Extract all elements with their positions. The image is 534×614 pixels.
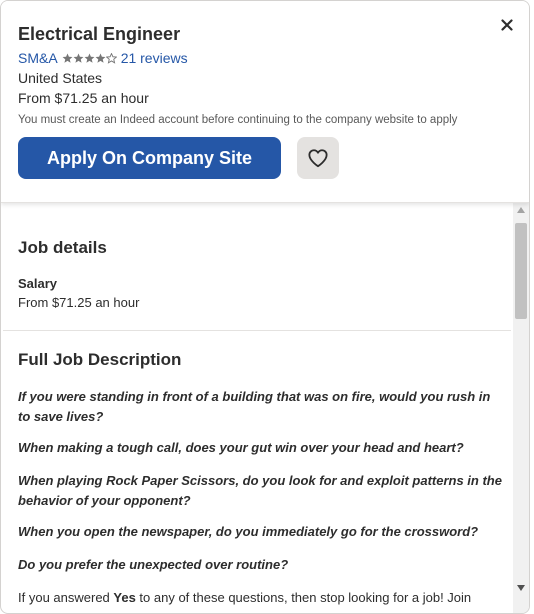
closing-suffix: to any of these questions, then stop loo… xyxy=(135,590,472,605)
star-filled-icon xyxy=(62,53,73,63)
job-description-scroll-area[interactable]: Job details Salary From $71.25 an hour F… xyxy=(1,203,529,613)
close-button[interactable] xyxy=(495,13,519,37)
job-title: Electrical Engineer xyxy=(18,24,181,44)
reviews-link[interactable]: 21 reviews xyxy=(121,50,188,66)
job-details-heading: Job details xyxy=(18,238,107,257)
scroll-down-arrow[interactable] xyxy=(513,585,529,597)
salary-label: Salary xyxy=(18,276,58,291)
description-question: When making a tough call, does your gut … xyxy=(18,440,464,455)
account-notice: You must create an Indeed account before… xyxy=(18,114,458,126)
job-detail-panel: Electrical Engineer SM&A 21 reviews Unit… xyxy=(0,0,530,614)
section-divider xyxy=(3,330,511,331)
job-salary: From $71.25 an hour xyxy=(18,90,149,106)
star-filled-icon xyxy=(73,53,84,63)
scrollbar[interactable] xyxy=(513,203,529,613)
star-empty-icon xyxy=(105,52,117,64)
save-job-button[interactable] xyxy=(297,137,339,179)
company-link[interactable]: SM&A xyxy=(18,50,58,66)
salary-value: From $71.25 an hour xyxy=(18,295,140,310)
close-icon xyxy=(501,19,513,31)
description-paragraph: If you answered Yes to any of these ques… xyxy=(18,588,503,608)
rating-stars xyxy=(62,52,117,64)
description-question: Do you prefer the unexpected over routin… xyxy=(18,557,289,572)
star-filled-icon xyxy=(84,53,95,63)
triangle-up-icon xyxy=(517,207,525,213)
apply-button[interactable]: Apply On Company Site xyxy=(18,137,281,179)
job-header: Electrical Engineer SM&A 21 reviews Unit… xyxy=(1,1,529,203)
triangle-down-icon xyxy=(517,585,525,591)
heart-icon xyxy=(308,149,328,168)
description-question: When you open the newspaper, do you imme… xyxy=(18,524,479,539)
scroll-up-arrow[interactable] xyxy=(513,207,529,219)
star-filled-icon xyxy=(95,53,106,63)
description-question: When playing Rock Paper Scissors, do you… xyxy=(18,473,502,508)
company-line: SM&A 21 reviews xyxy=(18,50,188,66)
scrollbar-thumb[interactable] xyxy=(515,223,527,319)
description-question: If you were standing in front of a build… xyxy=(18,389,491,424)
full-description-heading: Full Job Description xyxy=(18,350,182,369)
job-location: United States xyxy=(18,70,103,86)
closing-bold: Yes xyxy=(113,590,136,605)
closing-prefix: If you answered xyxy=(18,590,114,605)
